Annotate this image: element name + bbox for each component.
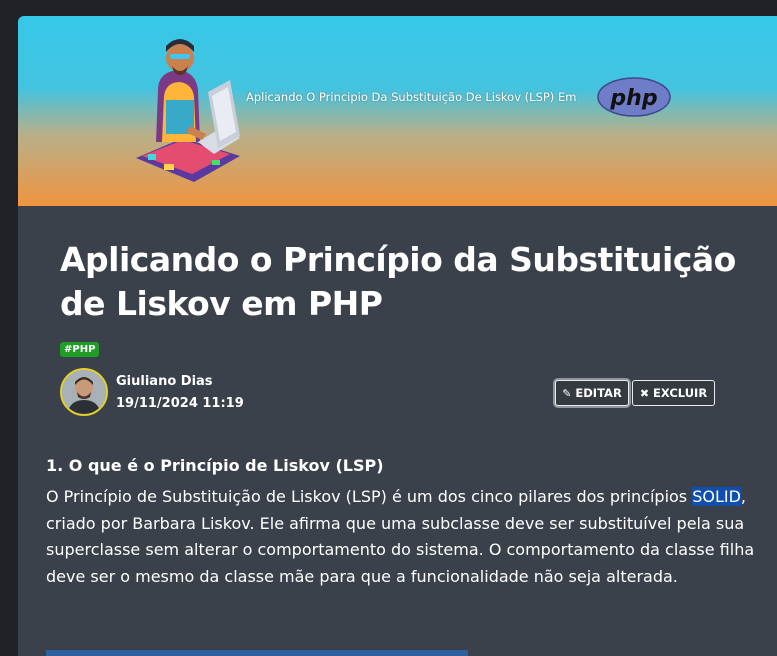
edit-button-label: EDITAR xyxy=(575,386,622,400)
post-date: 19/11/2024 11:19 xyxy=(116,396,244,411)
php-logo: php xyxy=(597,77,671,117)
person-icon xyxy=(62,370,106,414)
section-paragraph: O Princípio de Substituição de Liskov (L… xyxy=(46,484,760,590)
section-heading: 1. O que é o Princípio de Liskov (LSP) xyxy=(46,456,384,475)
next-block-edge xyxy=(46,650,468,656)
pencil-icon: ✎ xyxy=(562,386,572,400)
edit-button[interactable]: ✎ EDITAR xyxy=(555,380,629,406)
x-icon: ✖ xyxy=(639,386,650,400)
banner-title: Aplicando O Principio Da Substituição De… xyxy=(246,90,577,104)
php-logo-text: php xyxy=(609,86,657,111)
delete-button[interactable]: ✖ EXCLUIR xyxy=(632,380,715,406)
delete-button-label: EXCLUIR xyxy=(653,386,708,400)
author-name[interactable]: Giuliano Dias xyxy=(116,374,213,389)
page-title: Aplicando o Princípio da Substituição de… xyxy=(60,240,736,323)
post-card: Aplicando O Principio Da Substituição De… xyxy=(18,16,777,656)
post-banner: Aplicando O Principio Da Substituição De… xyxy=(18,16,777,206)
tag-badge[interactable]: #PHP xyxy=(60,342,100,357)
developer-illustration xyxy=(136,39,240,182)
highlighted-term: SOLID xyxy=(692,487,741,506)
avatar xyxy=(60,368,108,416)
paragraph-text-start: O Princípio de Substituição de Liskov (L… xyxy=(46,487,693,506)
